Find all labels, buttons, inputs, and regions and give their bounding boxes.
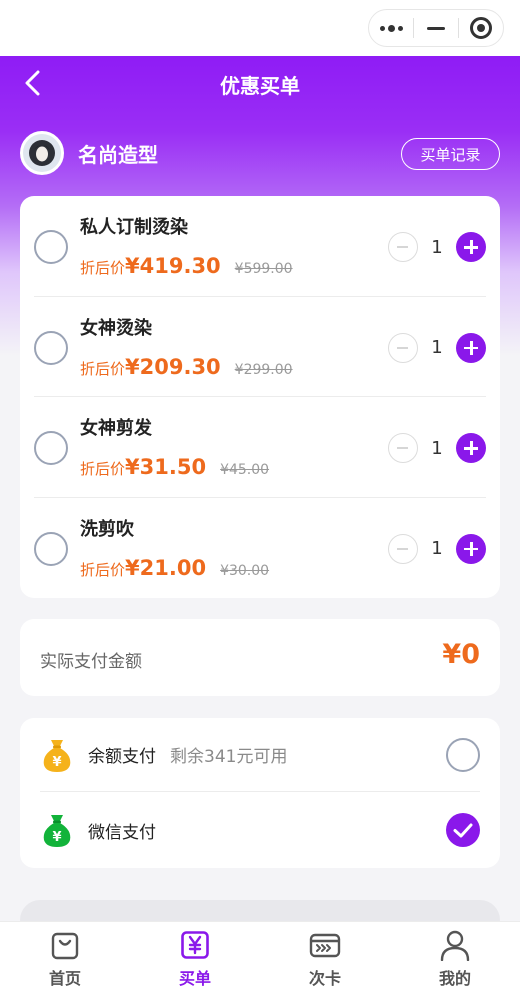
svg-text:¥: ¥	[52, 755, 61, 770]
tab-card[interactable]: 次卡	[260, 922, 390, 990]
tab-label: 首页	[48, 969, 81, 988]
service-price: 折后价 ¥21.00 ¥30.00	[80, 556, 269, 580]
money-bag-green-icon: ¥	[43, 815, 71, 847]
original-price: ¥30.00	[220, 562, 270, 579]
minimize-icon	[427, 26, 445, 30]
quantity-value: 1	[431, 538, 443, 559]
service-select-radio[interactable]	[34, 330, 68, 365]
payment-name: 微信支付	[88, 822, 156, 843]
mini-program-capsule	[368, 9, 504, 47]
service-list: 私人订制烫染 折后价 ¥419.30 ¥599.00 1 女神烫染 折后价 ¥2…	[20, 196, 500, 598]
store-avatar-image	[23, 134, 61, 172]
decrease-button[interactable]	[388, 332, 418, 363]
close-circle-icon	[470, 17, 492, 39]
decrease-button[interactable]	[388, 232, 418, 262]
yen-icon	[181, 931, 209, 959]
quantity-stepper: 1	[388, 533, 486, 564]
close-app-button[interactable]	[459, 10, 503, 46]
original-price: ¥45.00	[220, 462, 270, 478]
tab-bar: 首页 买单 次卡 我的	[0, 921, 520, 990]
increase-button[interactable]	[456, 232, 486, 262]
discount-price-label: 折后价	[80, 259, 126, 277]
payment-methods: ¥ 余额支付 剩余341元可用 ¥ 微信支付	[20, 718, 500, 868]
amount-value: ¥0	[442, 639, 480, 670]
service-name: 洗剪吹	[80, 518, 134, 540]
discount-price-label: 折后价	[80, 460, 126, 478]
service-name: 女神剪发	[80, 418, 152, 439]
payment-option-balance[interactable]: ¥ 余额支付 剩余341元可用	[40, 718, 480, 792]
service-item: 洗剪吹 折后价 ¥21.00 ¥30.00 1	[34, 498, 486, 599]
store-avatar	[20, 131, 64, 175]
service-price: 折后价 ¥31.50 ¥45.00	[80, 455, 269, 479]
amount-label: 实际支付金额	[40, 652, 142, 672]
payment-radio-unselected[interactable]	[446, 738, 480, 772]
original-price: ¥599.00	[234, 261, 293, 277]
money-bag-yellow-icon: ¥	[43, 739, 71, 772]
card-icon	[309, 933, 341, 958]
decrease-button[interactable]	[388, 433, 418, 463]
service-price: 折后价 ¥419.30 ¥599.00	[80, 254, 293, 278]
service-item: 女神剪发 折后价 ¥31.50 ¥45.00 1	[34, 397, 486, 498]
tab-label: 我的	[438, 969, 471, 988]
payment-amount-card: 实际支付金额 ¥0	[20, 619, 500, 696]
increase-button[interactable]	[456, 433, 486, 463]
more-dots-icon	[379, 24, 403, 32]
service-item: 女神烫染 折后价 ¥209.30 ¥299.00 1	[34, 297, 486, 397]
svg-text:¥: ¥	[52, 830, 61, 845]
quantity-value: 1	[431, 437, 443, 459]
tab-home[interactable]: 首页	[0, 922, 130, 990]
service-select-radio[interactable]	[34, 431, 68, 465]
service-item: 私人订制烫染 折后价 ¥419.30 ¥599.00 1	[34, 196, 486, 297]
discount-price-label: 折后价	[80, 560, 126, 579]
more-button[interactable]	[369, 10, 413, 46]
navbar: 优惠买单	[0, 56, 520, 112]
page-title: 优惠买单	[220, 74, 300, 98]
store-info: 名尚造型	[20, 130, 158, 176]
payment-radio-selected[interactable]	[446, 813, 480, 847]
discount-price: ¥21.00	[125, 555, 207, 580]
tab-label: 次卡	[308, 969, 341, 988]
payment-name: 余额支付	[88, 747, 156, 767]
service-select-radio[interactable]	[34, 230, 68, 264]
balance-note: 剩余341元可用	[170, 747, 288, 767]
discount-price: ¥31.50	[125, 455, 207, 479]
quantity-stepper: 1	[388, 332, 486, 363]
payment-option-wechat[interactable]: ¥ 微信支付	[40, 793, 480, 867]
tab-pay[interactable]: 买单	[130, 922, 260, 990]
check-icon	[453, 823, 473, 838]
tab-mine[interactable]: 我的	[390, 922, 520, 990]
quantity-value: 1	[431, 337, 443, 358]
store-name: 名尚造型	[78, 142, 158, 167]
discount-price: ¥209.30	[125, 354, 221, 379]
shopping-bag-icon	[51, 932, 79, 960]
minimize-button[interactable]	[414, 10, 458, 46]
increase-button[interactable]	[456, 533, 486, 564]
system-bar	[0, 0, 520, 56]
discount-price-label: 折后价	[80, 359, 126, 378]
discount-price: ¥419.30	[125, 254, 221, 278]
user-icon	[440, 930, 470, 961]
quantity-stepper: 1	[388, 433, 486, 463]
quantity-value: 1	[431, 236, 443, 258]
service-name: 私人订制烫染	[80, 217, 188, 238]
increase-button[interactable]	[456, 332, 486, 363]
decrease-button[interactable]	[388, 533, 418, 564]
tab-label: 买单	[178, 969, 211, 988]
service-select-radio[interactable]	[34, 531, 68, 566]
purchase-records-button[interactable]: 买单记录	[401, 138, 500, 170]
quantity-stepper: 1	[388, 232, 486, 262]
service-price: 折后价 ¥209.30 ¥299.00	[80, 355, 293, 379]
service-name: 女神烫染	[80, 317, 152, 339]
original-price: ¥299.00	[234, 361, 293, 378]
